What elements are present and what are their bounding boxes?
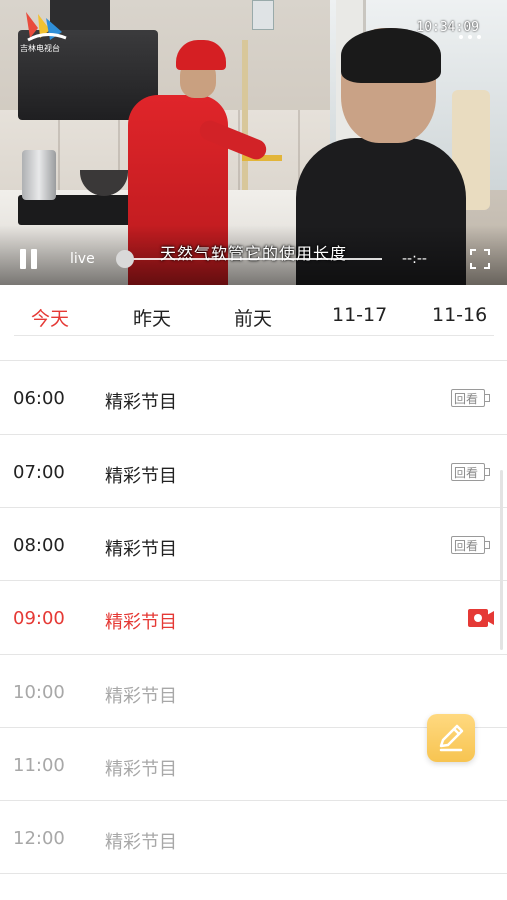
program-row-live[interactable]: 09:00 精彩节目: [0, 580, 507, 653]
edit-button[interactable]: [427, 714, 475, 762]
video-player[interactable]: 吉林电视台 10:34:09 天然气软管它的使用长度 live --:--: [0, 0, 507, 285]
time-remaining: --:--: [402, 251, 427, 267]
tab-today[interactable]: 今天: [31, 304, 69, 331]
more-icon[interactable]: [459, 35, 483, 41]
replay-label: 回看: [454, 539, 479, 553]
program-time: 10:00: [13, 682, 65, 703]
program-time: 09:00: [13, 608, 65, 629]
program-title: 精彩节目: [105, 832, 177, 853]
program-time: 07:00: [13, 462, 65, 483]
pencil-edit-icon: [439, 724, 464, 752]
replay-label: 回看: [454, 392, 479, 406]
program-row[interactable]: 07:00 精彩节目 回看: [0, 434, 507, 507]
program-title: 精彩节目: [105, 612, 177, 633]
live-label: live: [70, 251, 95, 267]
progress-thumb[interactable]: [116, 250, 134, 268]
progress-track[interactable]: [124, 258, 382, 260]
program-row[interactable]: 08:00 精彩节目 回看: [0, 507, 507, 580]
tab-day-before[interactable]: 前天: [234, 304, 272, 331]
program-time: 08:00: [13, 535, 65, 556]
pause-icon[interactable]: [20, 249, 38, 269]
replay-label: 回看: [454, 466, 479, 480]
tab-yesterday[interactable]: 昨天: [133, 304, 171, 331]
program-row-upcoming[interactable]: 12:00 精彩节目: [0, 800, 507, 873]
tabs-divider: [14, 335, 494, 336]
program-title: 精彩节目: [105, 686, 177, 707]
tab-11-16[interactable]: 11-16: [432, 304, 487, 326]
live-camera-icon[interactable]: [468, 607, 494, 629]
program-time: 06:00: [13, 388, 65, 409]
replay-button[interactable]: 回看: [451, 463, 491, 483]
fullscreen-icon[interactable]: [470, 249, 490, 269]
program-title: 精彩节目: [105, 466, 177, 487]
logo-text: 吉林电视台: [20, 44, 60, 53]
clock: 10:34:09: [416, 20, 479, 35]
program-title: 精彩节目: [105, 392, 177, 413]
program-title: 精彩节目: [105, 759, 177, 780]
date-tabs: 今天 昨天 前天 11-17 11-16: [0, 285, 507, 337]
replay-button[interactable]: 回看: [451, 389, 491, 409]
replay-button[interactable]: 回看: [451, 536, 491, 556]
program-time: 11:00: [13, 755, 65, 776]
program-title: 精彩节目: [105, 539, 177, 560]
program-row[interactable]: 06:00 精彩节目 回看: [0, 360, 507, 433]
tab-11-17[interactable]: 11-17: [332, 304, 387, 326]
player-controls: live --:--: [0, 245, 507, 273]
scrollbar[interactable]: [500, 470, 503, 650]
program-time: 12:00: [13, 828, 65, 849]
list-bottom-divider: [0, 873, 507, 874]
